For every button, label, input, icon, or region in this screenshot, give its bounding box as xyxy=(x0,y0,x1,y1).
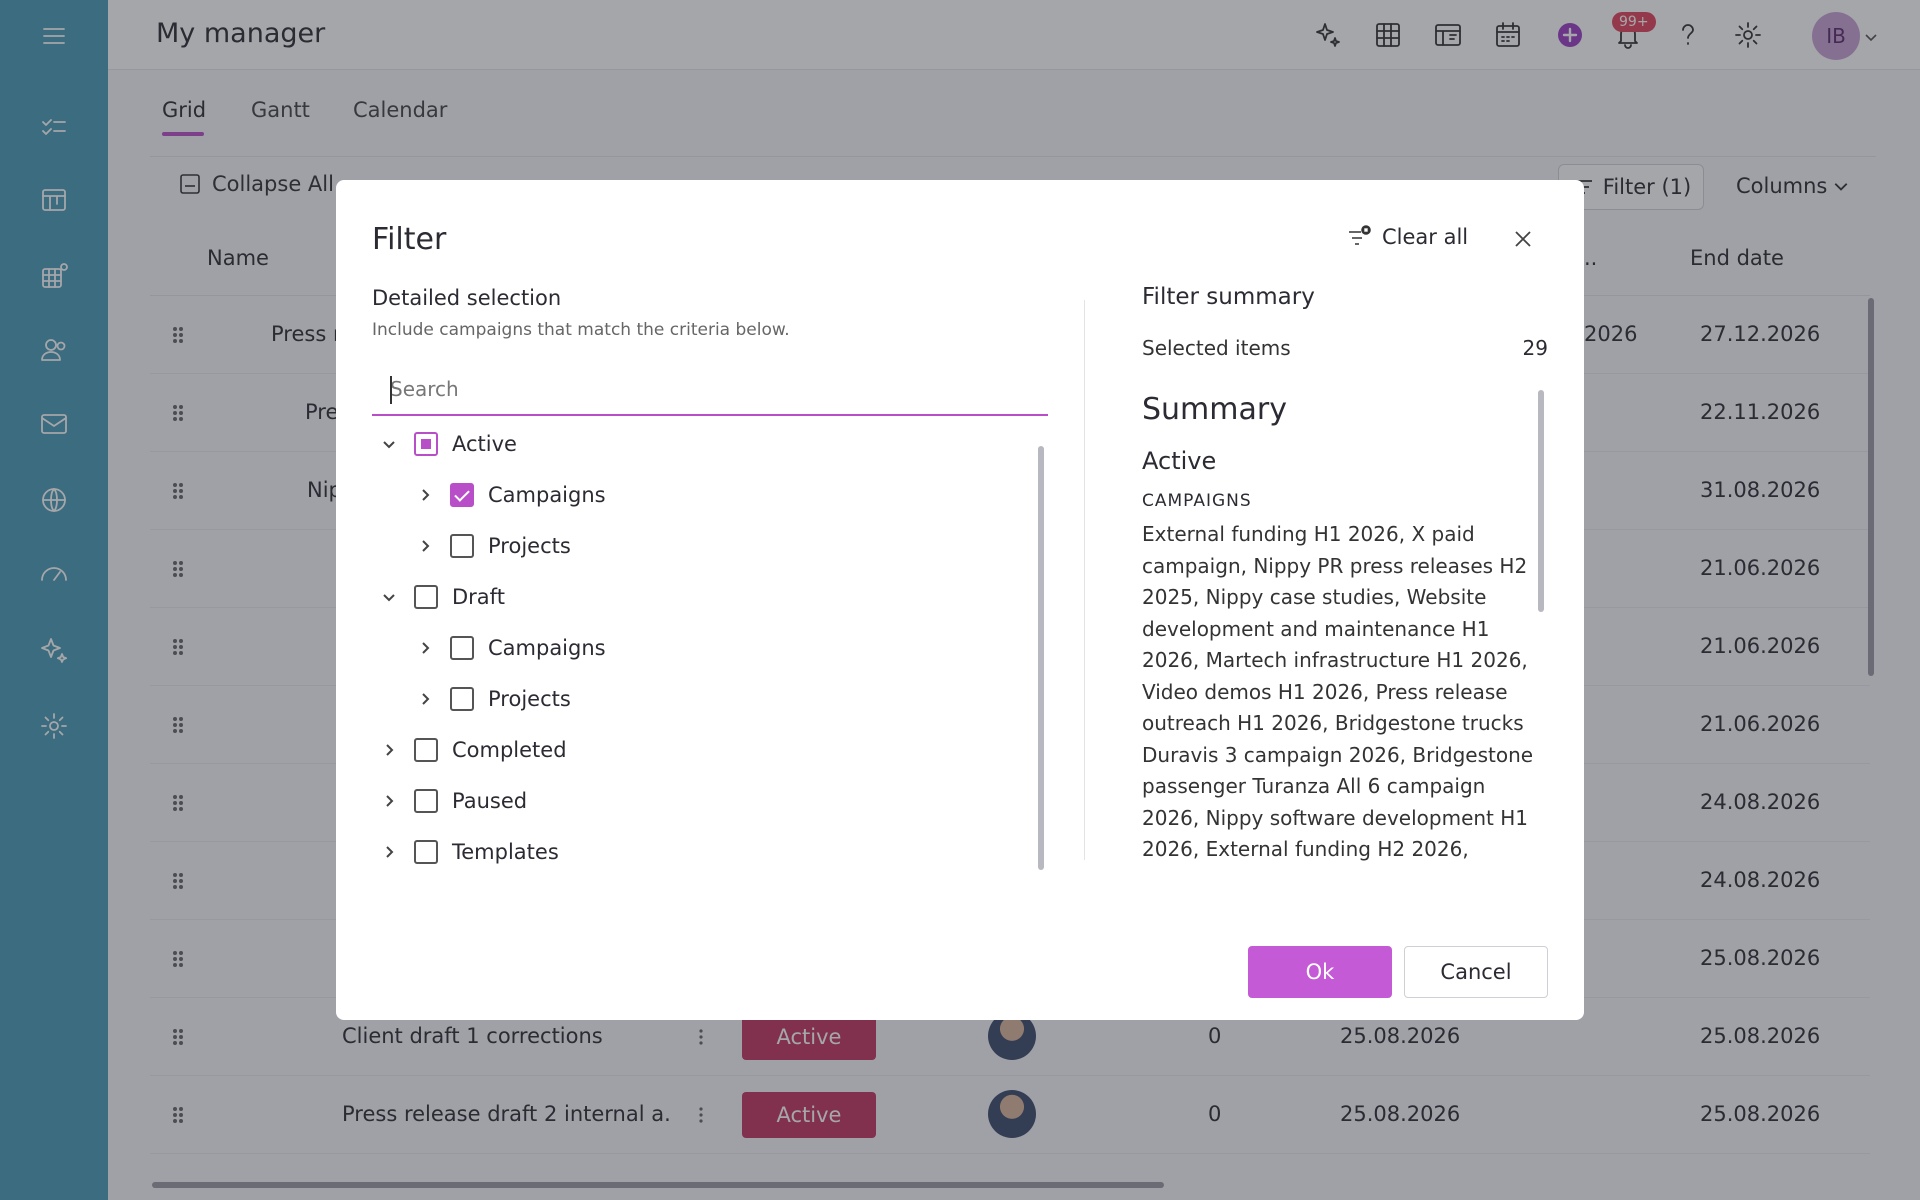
selected-items-label: Selected items xyxy=(1142,336,1291,360)
tree-label: Projects xyxy=(488,687,571,711)
tree-item-completed[interactable]: Completed xyxy=(378,732,567,768)
search-input[interactable] xyxy=(372,364,1048,414)
divider xyxy=(1084,300,1085,860)
checkbox-active[interactable] xyxy=(414,432,438,456)
tree-label: Active xyxy=(452,432,517,456)
filter-summary-heading: Filter summary xyxy=(1142,284,1315,310)
tree-label: Campaigns xyxy=(488,636,606,660)
summary-text: External funding H1 2026, X paid campaig… xyxy=(1142,522,1541,870)
chevron-right-icon[interactable] xyxy=(378,739,400,761)
detailed-selection-heading: Detailed selection xyxy=(372,286,562,310)
search-field[interactable] xyxy=(372,364,1048,416)
tree-label: Paused xyxy=(452,789,528,813)
summary-category: CAMPAIGNS xyxy=(1142,491,1252,511)
dialog-title: Filter xyxy=(372,222,447,257)
tree-scrollbar[interactable] xyxy=(1038,446,1044,870)
tree-label: Projects xyxy=(488,534,571,558)
tree-item-draft-campaigns[interactable]: Campaigns xyxy=(414,630,606,666)
tree-item-active[interactable]: Active xyxy=(378,426,517,462)
checkbox-draft[interactable] xyxy=(414,585,438,609)
tree-label: Campaigns xyxy=(488,483,606,507)
tree-item-templates[interactable]: Templates xyxy=(378,834,559,870)
filter-dialog: Filter Clear all Detailed selection Incl… xyxy=(336,180,1584,1020)
text-caret xyxy=(390,376,392,404)
cancel-button[interactable]: Cancel xyxy=(1404,946,1548,998)
detailed-selection-description: Include campaigns that match the criteri… xyxy=(372,320,790,340)
tree-item-active-campaigns[interactable]: Campaigns xyxy=(414,477,606,513)
ok-button[interactable]: Ok xyxy=(1248,946,1392,998)
tree-item-draft[interactable]: Draft xyxy=(378,579,505,615)
checkbox-active-projects[interactable] xyxy=(450,534,474,558)
close-icon[interactable] xyxy=(1510,226,1536,252)
checkbox-active-campaigns[interactable] xyxy=(450,483,474,507)
tree-item-draft-projects[interactable]: Projects xyxy=(414,681,571,717)
chevron-right-icon[interactable] xyxy=(378,841,400,863)
selected-items-count: 29 xyxy=(1522,336,1548,360)
tree-item-active-projects[interactable]: Projects xyxy=(414,528,571,564)
chevron-right-icon[interactable] xyxy=(378,790,400,812)
checkbox-completed[interactable] xyxy=(414,738,438,762)
clear-all-label: Clear all xyxy=(1382,225,1469,249)
checkbox-draft-projects[interactable] xyxy=(450,687,474,711)
tree-item-paused[interactable]: Paused xyxy=(378,783,527,819)
chevron-down-icon[interactable] xyxy=(378,586,400,608)
chevron-right-icon[interactable] xyxy=(414,535,436,557)
tree-label: Templates xyxy=(452,840,559,864)
clear-filter-icon xyxy=(1349,225,1371,245)
summary-group-title: Active xyxy=(1142,447,1217,475)
checkbox-templates[interactable] xyxy=(414,840,438,864)
summary-heading: Summary xyxy=(1142,392,1287,427)
tree-label: Completed xyxy=(452,738,567,762)
chevron-down-icon[interactable] xyxy=(378,433,400,455)
checkbox-paused[interactable] xyxy=(414,789,438,813)
chevron-right-icon[interactable] xyxy=(414,484,436,506)
chevron-right-icon[interactable] xyxy=(414,688,436,710)
chevron-right-icon[interactable] xyxy=(414,637,436,659)
summary-panel: Summary Active CAMPAIGNS External fundin… xyxy=(1142,384,1546,870)
summary-scrollbar[interactable] xyxy=(1538,390,1544,612)
clear-all-button[interactable]: Clear all xyxy=(1346,224,1468,250)
tree-label: Draft xyxy=(452,585,505,609)
checkbox-draft-campaigns[interactable] xyxy=(450,636,474,660)
